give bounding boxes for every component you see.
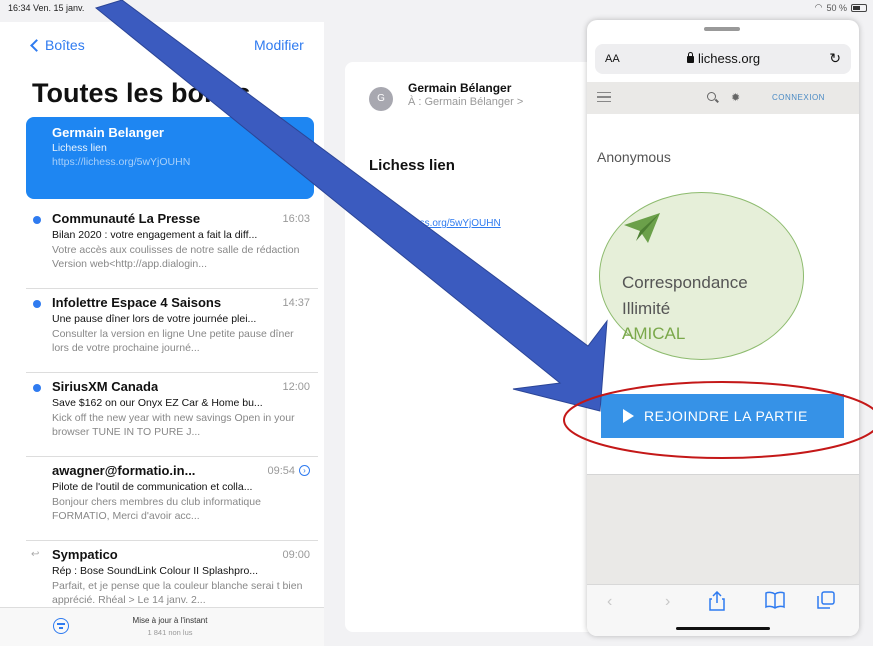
play-icon — [623, 409, 634, 423]
lock-icon — [687, 52, 694, 63]
challenge-mode: AMICAL — [622, 324, 686, 343]
reader-options-button[interactable]: AA — [605, 53, 620, 65]
mail-subject: Une pause dîner lors de votre journée pl… — [52, 313, 257, 325]
mail-preview: Bonjour chers membres du club informatiq… — [52, 496, 261, 522]
unread-dot-icon — [33, 384, 41, 392]
battery-percent: 50 % — [826, 2, 847, 13]
unread-dot-icon — [33, 216, 41, 224]
challenge-page: Anonymous Correspondance Illimité AMICAL… — [587, 114, 859, 474]
bookmarks-icon[interactable] — [765, 591, 785, 609]
mail-sender: Communauté La Presse — [52, 211, 201, 226]
mail-subject: Lichess lien — [52, 142, 107, 154]
list-item[interactable]: Infolettre Espace 4 Saisons 14:37 Une pa… — [26, 289, 318, 373]
replied-icon: ↩ — [31, 549, 40, 560]
ipad-screen: 16:34 Ven. 15 janv. ◠ 50 % Boîtes Modifi… — [0, 0, 873, 646]
update-status: Mise à jour à l'instant — [132, 616, 208, 625]
mail-subject: Pilote de l'outil de communication et co… — [52, 481, 253, 493]
mail-time-wrap: 09:54 › — [267, 465, 310, 477]
message-subject: Lichess lien — [369, 157, 455, 174]
mail-preview: Votre accès aux coulisses de notre salle… — [52, 244, 300, 270]
unread-count: 1 841 non lus — [147, 628, 193, 637]
challenge-type: Correspondance — [622, 273, 748, 292]
slide-over-grabber[interactable] — [704, 27, 740, 31]
back-icon[interactable]: ‹ — [607, 593, 612, 611]
mail-time: 16:03 — [282, 212, 310, 225]
edit-button[interactable]: Modifier — [254, 37, 304, 53]
message-recipient[interactable]: À : Germain Bélanger > — [408, 96, 523, 108]
mail-item-selected[interactable]: Germain Belanger Lichess lien https://li… — [26, 117, 314, 199]
tabs-icon[interactable] — [817, 591, 835, 609]
list-item[interactable]: awagner@formatio.in... 09:54 › Pilote de… — [26, 457, 318, 541]
mail-preview: https://lichess.org/5wYjOUHN — [52, 156, 191, 168]
home-indicator — [676, 627, 770, 630]
join-game-button[interactable]: REJOINDRE LA PARTIE — [601, 394, 844, 438]
status-time: 16:34 Ven. 15 janv. — [8, 3, 85, 13]
safari-slide-over: AA lichess.org ↻ ✹ CONNEXION Anonymous C… — [587, 20, 859, 636]
back-button-label: Boîtes — [45, 37, 85, 53]
mail-preview: Parfait, et je pense que la couleur blan… — [52, 580, 303, 606]
mail-preview: Consulter la version en ligne Une petite… — [52, 328, 294, 354]
search-icon[interactable] — [707, 92, 716, 101]
forward-icon[interactable]: › — [665, 593, 670, 611]
mailbox-list-pane: Boîtes Modifier Toutes les boîtes Germai… — [0, 22, 324, 646]
mail-time: 09:00 — [282, 548, 310, 561]
battery-icon — [851, 3, 867, 12]
message-link[interactable]: https://lichess.org/5wYjOUHN — [369, 218, 501, 229]
url-text: lichess.org — [698, 51, 761, 66]
list-item[interactable]: SiriusXM Canada 12:00 Save $162 on our O… — [26, 373, 318, 457]
mail-preview: Kick off the new year with new savings O… — [52, 412, 295, 438]
mail-time: 09:54 — [267, 464, 295, 477]
back-button[interactable]: Boîtes — [30, 37, 85, 53]
mail-sender: SiriusXM Canada — [52, 379, 159, 394]
share-icon[interactable] — [709, 591, 725, 611]
wifi-icon: ◠ — [814, 2, 823, 12]
mail-subject: Save $162 on our Onyx EZ Car & Home bu..… — [52, 397, 263, 409]
mail-sender: Infolettre Espace 4 Saisons — [52, 295, 222, 310]
login-link[interactable]: CONNEXION — [772, 93, 825, 102]
avatar: G — [369, 87, 393, 111]
join-game-label: REJOINDRE LA PARTIE — [644, 408, 808, 424]
site-header: ✹ CONNEXION — [587, 82, 859, 114]
mail-subject: Bilan 2020 : votre engagement a fait la … — [52, 229, 258, 241]
url-display[interactable]: lichess.org — [687, 51, 760, 66]
mail-sender: Germain Belanger — [52, 125, 164, 140]
paper-plane-icon — [624, 213, 660, 243]
mail-subject: Rép : Bose SoundLink Colour II Splashpro… — [52, 565, 259, 577]
chevron-left-icon — [30, 38, 43, 52]
thread-icon[interactable]: › — [299, 465, 310, 476]
mail-list-footer: Mise à jour à l'instant 1 841 non lus — [0, 607, 324, 646]
gear-icon[interactable]: ✹ — [731, 91, 740, 104]
mail-time: 14:37 — [282, 296, 310, 309]
address-bar[interactable]: AA lichess.org ↻ — [595, 44, 851, 74]
challenge-time: Illimité — [622, 299, 671, 318]
mail-sender: Sympatico — [52, 547, 118, 562]
list-item[interactable]: Communauté La Presse 16:03 Bilan 2020 : … — [26, 205, 318, 289]
mail-time: 12:00 — [282, 380, 310, 393]
challenger-name: Anonymous — [597, 149, 671, 165]
menu-icon[interactable] — [597, 92, 611, 102]
unread-dot-icon — [33, 300, 41, 308]
reload-icon[interactable]: ↻ — [829, 50, 841, 67]
filter-icon[interactable] — [53, 618, 69, 634]
status-indicators: ◠ 50 % — [815, 2, 867, 13]
mail-sender: awagner@formatio.in... — [52, 463, 196, 478]
page-footer-area — [587, 474, 859, 584]
challenge-details: Correspondance Illimité AMICAL — [599, 192, 804, 360]
message-sender[interactable]: Germain Bélanger — [408, 81, 511, 95]
message-view: G Germain Bélanger À : Germain Bélanger … — [345, 62, 605, 632]
page-title: Toutes les boîtes — [32, 78, 251, 108]
safari-toolbar: ‹ › — [587, 584, 859, 636]
